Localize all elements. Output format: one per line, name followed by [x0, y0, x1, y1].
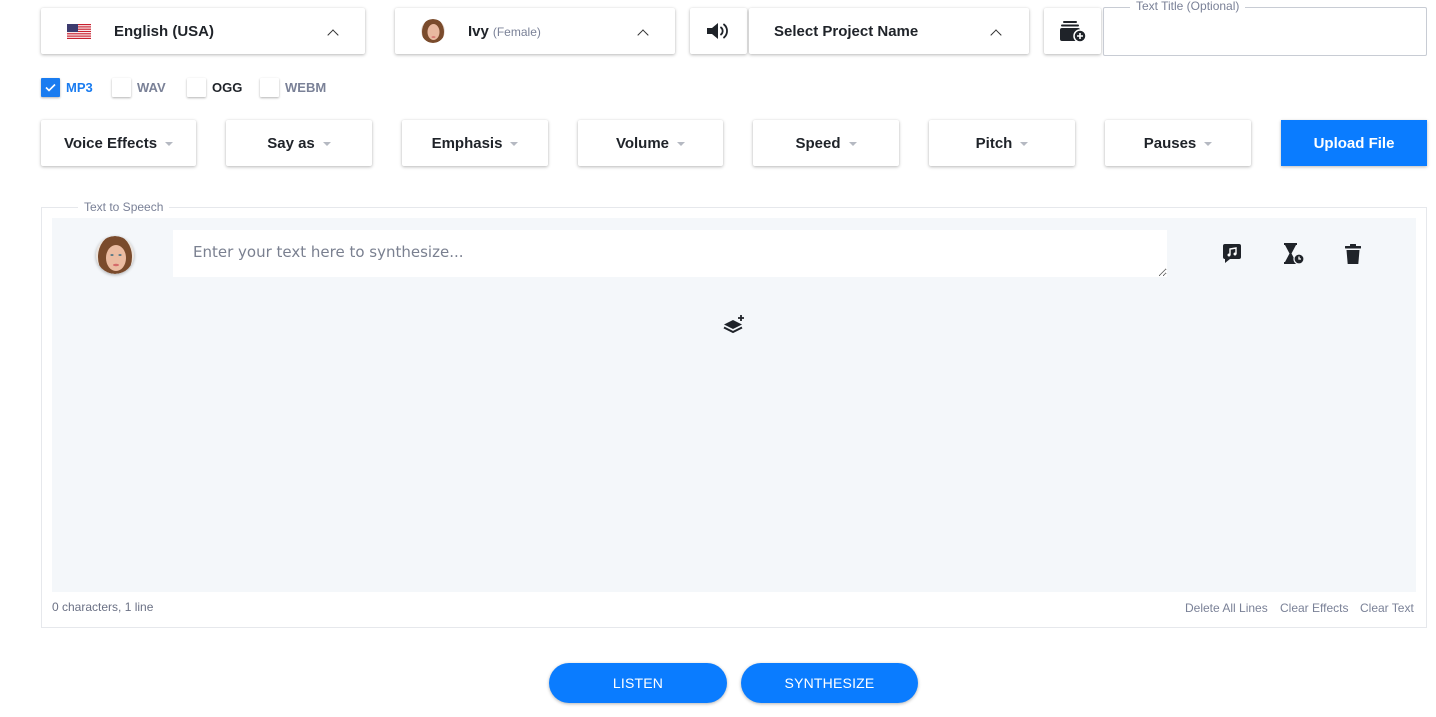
add-project-button[interactable]: [1044, 8, 1101, 54]
check-icon: [45, 83, 56, 92]
line-voice-avatar[interactable]: [96, 236, 134, 274]
language-dropdown[interactable]: English (USA): [41, 8, 365, 54]
format-label: WAV: [137, 80, 166, 95]
music-comment-icon: [1223, 244, 1241, 263]
text-to-speech-legend: Text to Speech: [78, 200, 170, 214]
voice-gender: (Female): [492, 25, 541, 39]
checkbox-box[interactable]: [260, 78, 279, 97]
format-mp3-checkbox[interactable]: MP3: [41, 78, 93, 97]
pauses-dropdown[interactable]: Pauses: [1105, 120, 1251, 166]
chevron-up-icon: [327, 29, 339, 41]
background-music-button[interactable]: [1220, 242, 1244, 266]
synthesize-button[interactable]: SYNTHESIZE: [741, 663, 918, 703]
speed-dropdown[interactable]: Speed: [753, 120, 899, 166]
voice-label: Ivy (Female): [468, 23, 541, 40]
chevron-up-icon: [990, 29, 1002, 41]
emphasis-label: Emphasis: [431, 134, 503, 152]
caret-down-icon: [1020, 142, 1029, 146]
caret-down-icon: [510, 142, 519, 146]
voice-effects-dropdown[interactable]: Voice Effects: [41, 120, 196, 166]
format-label: OGG: [212, 80, 243, 95]
hourglass-clock-icon: [1284, 243, 1305, 265]
listen-button[interactable]: LISTEN: [549, 663, 727, 703]
chevron-up-icon: [637, 29, 649, 41]
say-as-dropdown[interactable]: Say as: [226, 120, 372, 166]
format-ogg-checkbox[interactable]: OGG: [187, 78, 242, 97]
pitch-label: Pitch: [975, 134, 1013, 152]
text-title-field[interactable]: Text Title (Optional): [1103, 0, 1427, 56]
speed-label: Speed: [795, 134, 841, 152]
add-line-button[interactable]: [722, 313, 746, 337]
us-flag-icon: [67, 24, 91, 39]
voice-dropdown[interactable]: Ivy (Female): [395, 8, 675, 54]
clear-text-link[interactable]: Clear Text: [1360, 601, 1414, 615]
pauses-label: Pauses: [1143, 134, 1197, 152]
format-label: WEBM: [285, 80, 327, 95]
folder-add-icon: [1059, 21, 1087, 43]
caret-down-icon: [677, 142, 686, 146]
text-title-input[interactable]: [1112, 16, 1412, 46]
checkbox-box[interactable]: [41, 78, 60, 97]
checkbox-box[interactable]: [112, 78, 131, 97]
volume-label: Volume: [615, 134, 670, 152]
volume-dropdown[interactable]: Volume: [578, 120, 723, 166]
voice-name: Ivy: [468, 23, 489, 40]
speaker-icon: [706, 23, 728, 39]
upload-file-button[interactable]: Upload File: [1281, 120, 1427, 166]
project-dropdown[interactable]: Select Project Name: [749, 8, 1029, 54]
caret-down-icon: [1204, 142, 1213, 146]
character-counter: 0 characters, 1 line: [52, 600, 154, 614]
add-pause-button[interactable]: [1281, 242, 1305, 266]
checkbox-box[interactable]: [187, 78, 206, 97]
voice-avatar: [421, 19, 445, 43]
text-to-speech-panel: Text to Speech Enter your text here to s…: [41, 200, 1427, 628]
language-label: English (USA): [114, 23, 214, 40]
caret-down-icon: [322, 142, 331, 146]
text-input[interactable]: [173, 230, 1167, 277]
caret-down-icon: [165, 142, 174, 146]
format-label: MP3: [66, 80, 93, 95]
voice-effects-label: Voice Effects: [63, 134, 158, 152]
say-as-label: Say as: [267, 134, 315, 152]
clear-effects-link[interactable]: Clear Effects: [1280, 601, 1348, 615]
trash-icon: [1345, 244, 1361, 264]
project-label: Select Project Name: [774, 23, 919, 40]
text-title-legend: Text Title (Optional): [1130, 0, 1246, 13]
format-webm-checkbox[interactable]: WEBM: [260, 78, 326, 97]
caret-down-icon: [848, 142, 857, 146]
emphasis-dropdown[interactable]: Emphasis: [402, 120, 548, 166]
delete-line-button[interactable]: [1341, 242, 1365, 266]
editor-area: [52, 218, 1416, 592]
layers-plus-icon: [723, 315, 744, 334]
format-wav-checkbox[interactable]: WAV: [112, 78, 166, 97]
pitch-dropdown[interactable]: Pitch: [929, 120, 1075, 166]
delete-all-lines-link[interactable]: Delete All Lines: [1185, 601, 1268, 615]
preview-voice-button[interactable]: [690, 8, 747, 54]
